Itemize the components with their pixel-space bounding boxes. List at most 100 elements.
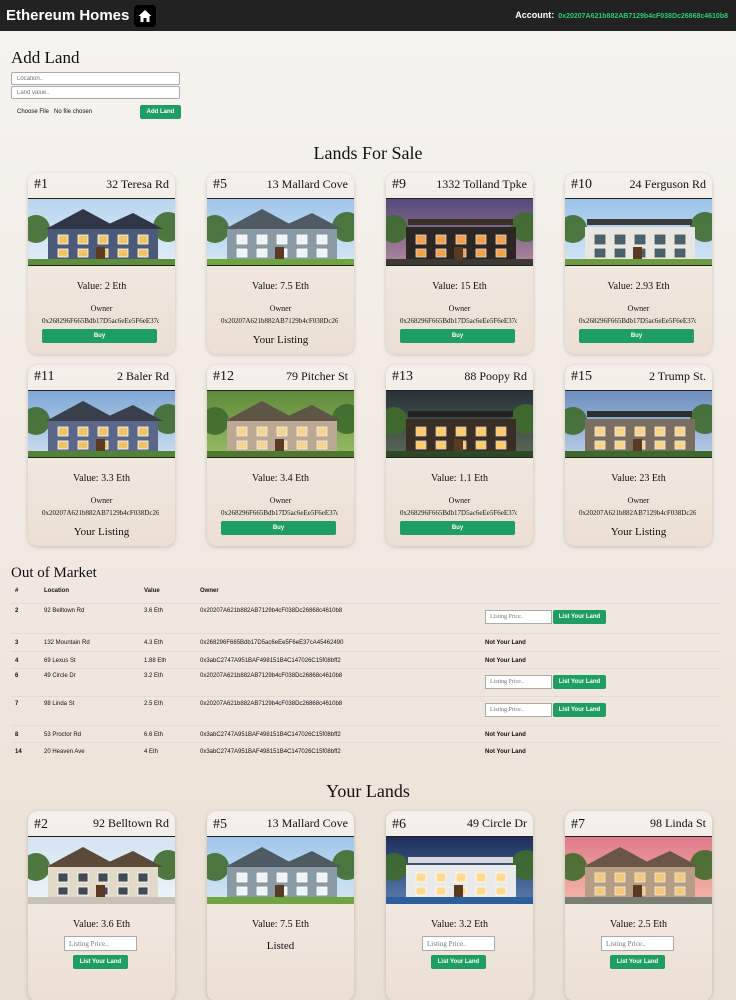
home-icon — [138, 9, 152, 22]
list-your-land-button[interactable]: List Your Land — [553, 675, 606, 689]
row-location: 132 Mountain Rd — [44, 640, 90, 646]
row-location: 98 Linda St — [44, 701, 75, 707]
lands-for-sale-title: Lands For Sale — [313, 143, 423, 163]
row-value: 3.2 Eth — [144, 673, 164, 679]
row-id: 8 — [15, 732, 19, 738]
not-your-land-label: Not Your Land — [485, 732, 526, 738]
owner-address: 0x268296F665Bdb17D5ac6eEe5F6eE37cA454624… — [221, 509, 338, 517]
listing-price-input[interactable] — [601, 936, 674, 951]
land-number: #10 — [571, 177, 592, 192]
land-location: 79 Pitcher St — [286, 369, 348, 383]
land-value: Value: 2.5 Eth — [610, 919, 667, 930]
land-number: #9 — [392, 177, 406, 192]
owner-address: 0x268296F665Bdb17D5ac6eEe5F6eE37cA454624… — [400, 317, 517, 325]
house-photo — [28, 390, 175, 458]
house-photo — [386, 390, 533, 458]
land-value-input[interactable] — [11, 86, 180, 99]
file-status: No file chosen — [54, 109, 93, 115]
add-land-button[interactable]: Add Land — [140, 105, 181, 119]
house-photo — [386, 198, 533, 266]
list-your-land-button[interactable]: List Your Land — [553, 610, 606, 624]
owner-label: Owner — [269, 496, 292, 505]
land-location: 98 Linda St — [650, 816, 706, 830]
land-number: #15 — [571, 369, 592, 384]
table-row: 6 49 Circle Dr 3.2 Eth 0x20207A621b882AB… — [11, 668, 721, 696]
not-your-land-label: Not Your Land — [485, 749, 526, 755]
row-value: 4 Eth — [144, 749, 159, 755]
out-of-market-title: Out of Market — [11, 565, 97, 581]
row-value: 3.6 Eth — [144, 608, 164, 614]
table-row: 4 69 Lexus St 1.88 Eth 0x3abC2747A951BAF… — [11, 651, 721, 668]
listing-price-input[interactable] — [485, 610, 552, 624]
owner-label: Owner — [90, 304, 113, 313]
land-number: #11 — [34, 369, 55, 384]
listing-price-input[interactable] — [485, 675, 552, 689]
land-value: Value: 1.1 Eth — [431, 473, 488, 484]
land-number: #5 — [213, 817, 227, 832]
land-value: Value: 7.5 Eth — [252, 919, 309, 930]
list-your-land-button[interactable]: List Your Land — [610, 955, 665, 969]
listing-price-input[interactable] — [485, 703, 552, 717]
land-value: Value: 3.4 Eth — [252, 473, 309, 484]
land-value: Value: 15 Eth — [432, 281, 487, 292]
brand-title[interactable]: Ethereum Homes — [6, 7, 129, 24]
row-owner: 0x3abC2747A951BAF498151B4C147026C15f08bf… — [200, 749, 341, 755]
row-id: 7 — [15, 701, 19, 707]
col-header-location: Location — [44, 588, 69, 594]
sale-card: #1 32 Teresa Rd Value: 2 Eth Owner 0x268… — [28, 173, 175, 354]
account-address: 0x20207A621b882AB7129b4cF038Dc26868c4610… — [558, 13, 728, 20]
land-location: 13 Mallard Cove — [266, 816, 348, 830]
list-your-land-button[interactable]: List Your Land — [553, 703, 606, 717]
house-photo — [565, 198, 712, 266]
your-listing-label: Your Listing — [252, 334, 309, 346]
owner-address: 0x268296F665Bdb17D5ac6eEe5F6eE37cA454624… — [579, 317, 696, 325]
listing-price-input[interactable] — [64, 936, 137, 951]
land-number: #6 — [392, 817, 406, 832]
house-photo — [207, 836, 354, 904]
home-button[interactable] — [134, 4, 157, 27]
row-location: 92 Belltown Rd — [44, 608, 85, 614]
sale-card: #13 88 Poopy Rd Value: 1.1 Eth Owner 0x2… — [386, 365, 533, 546]
buy-button[interactable]: Buy — [221, 521, 336, 535]
row-value: 4.3 Eth — [144, 640, 164, 646]
buy-button[interactable]: Buy — [400, 329, 515, 343]
buy-button[interactable]: Buy — [400, 521, 515, 535]
house-photo — [28, 836, 175, 904]
your-land-card: #7 98 Linda St Value: 2.5 Eth List Your … — [565, 811, 712, 1000]
land-location: 92 Belltown Rd — [92, 816, 169, 830]
col-header-id: # — [15, 588, 19, 594]
row-owner: 0x3abC2747A951BAF498151B4C147026C15f08bf… — [200, 658, 341, 664]
list-your-land-button[interactable]: List Your Land — [431, 955, 486, 969]
location-input[interactable] — [11, 72, 180, 85]
land-value: Value: 2.93 Eth — [607, 281, 670, 292]
land-value: Value: 7.5 Eth — [252, 281, 309, 292]
owner-address: 0x268296F665Bdb17D5ac6eEe5F6eE37cA454624… — [400, 509, 517, 517]
add-land-title: Add Land — [11, 48, 80, 67]
row-value: 1.88 Eth — [144, 658, 167, 664]
table-row: 14 20 Heaven Ave 4 Eth 0x3abC2747A951BAF… — [11, 742, 721, 756]
buy-button[interactable]: Buy — [42, 329, 157, 343]
sale-card: #10 24 Ferguson Rd Value: 2.93 Eth Owner… — [565, 173, 712, 354]
land-number: #5 — [213, 177, 227, 192]
sale-card: #5 13 Mallard Cove Value: 7.5 Eth Owner … — [207, 173, 354, 354]
not-your-land-label: Not Your Land — [485, 640, 526, 646]
house-photo — [386, 836, 533, 904]
sale-card: #12 79 Pitcher St Value: 3.4 Eth Owner 0… — [207, 365, 354, 546]
land-value: Value: 23 Eth — [611, 473, 666, 484]
not-your-land-label: Not Your Land — [485, 658, 526, 664]
buy-button[interactable]: Buy — [579, 329, 694, 343]
row-id: 4 — [15, 658, 19, 664]
row-owner: 0x20207A621b882AB7129b4cF038Dc26868c4610… — [200, 673, 343, 679]
land-location: 88 Poopy Rd — [464, 369, 527, 383]
land-value: Value: 3.6 Eth — [73, 919, 130, 930]
choose-file-button[interactable]: Choose File — [17, 109, 49, 115]
row-owner: 0x20207A621b882AB7129b4cF038Dc26868c4610… — [200, 608, 343, 614]
listing-price-input[interactable] — [422, 936, 495, 951]
top-bar: Ethereum Homes Account: 0x20207A621b882AB… — [0, 0, 736, 31]
land-number: #12 — [213, 369, 234, 384]
list-your-land-button[interactable]: List Your Land — [73, 955, 128, 969]
owner-label: Owner — [448, 496, 471, 505]
table-row: 3 132 Mountain Rd 4.3 Eth 0x268296F665Bd… — [11, 633, 721, 651]
your-listing-label: Your Listing — [610, 526, 667, 538]
col-header-value: Value — [144, 588, 160, 594]
